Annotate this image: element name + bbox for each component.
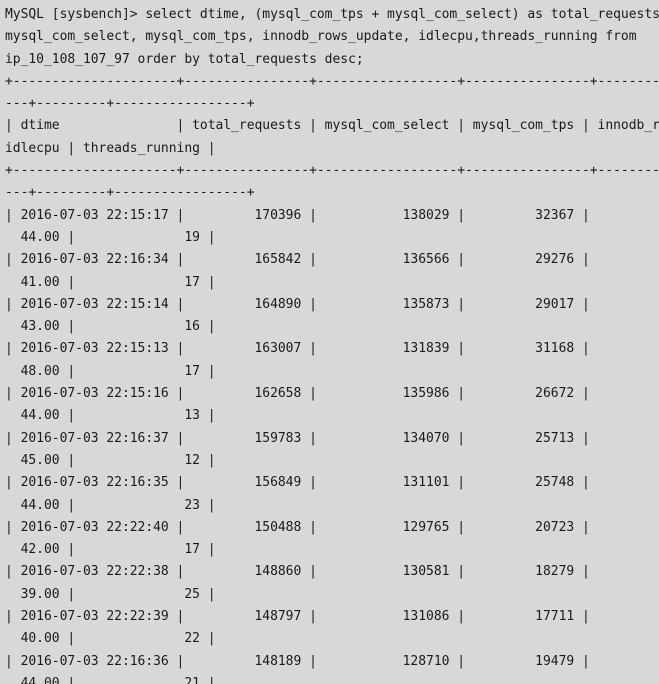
table-row-wrap: 44.00 | 19 | [5, 229, 216, 245]
table-row-wrap: 44.00 | 13 | [5, 408, 216, 424]
table-row: | 2016-07-03 22:15:14 | 164890 | 135873 … [5, 296, 590, 312]
table-row: | 2016-07-03 22:15:13 | 163007 | 131839 … [5, 341, 590, 357]
table-row-wrap: 42.00 | 17 | [5, 542, 216, 558]
table-row-wrap: 44.00 | 21 | [5, 675, 216, 684]
table-row: | 2016-07-03 22:22:40 | 150488 | 129765 … [5, 519, 590, 535]
table-header-wrap: idlecpu | threads_running | [5, 140, 216, 156]
table-row: | 2016-07-03 22:16:37 | 159783 | 134070 … [5, 430, 590, 446]
table-row: | 2016-07-03 22:16:35 | 156849 | 131101 … [5, 475, 590, 491]
table-separator-wrap: ---+---------+-----------------+ [5, 96, 255, 112]
table-separator: +---------------------+----------------+… [5, 73, 659, 89]
table-row: | 2016-07-03 22:15:17 | 170396 | 138029 … [5, 207, 590, 223]
table-separator-wrap: ---+---------+-----------------+ [5, 185, 255, 201]
table-row-wrap: 41.00 | 17 | [5, 274, 216, 290]
table-header: | dtime | total_requests | mysql_com_sel… [5, 118, 659, 134]
query-line: mysql_com_select, mysql_com_tps, innodb_… [5, 29, 637, 45]
table-separator: +---------------------+----------------+… [5, 163, 659, 179]
table-row-wrap: 39.00 | 25 | [5, 586, 216, 602]
table-row-wrap: 45.00 | 12 | [5, 452, 216, 468]
table-row: | 2016-07-03 22:15:16 | 162658 | 135986 … [5, 386, 590, 402]
table-row-wrap: 44.00 | 23 | [5, 497, 216, 513]
table-row-wrap: 48.00 | 17 | [5, 363, 216, 379]
table-row: | 2016-07-03 22:16:34 | 165842 | 136566 … [5, 252, 590, 268]
table-row: | 2016-07-03 22:22:39 | 148797 | 131086 … [5, 609, 590, 625]
table-row-wrap: 40.00 | 22 | [5, 631, 216, 647]
table-row-wrap: 43.00 | 16 | [5, 319, 216, 335]
table-row: | 2016-07-03 22:16:36 | 148189 | 128710 … [5, 653, 590, 669]
query-line: MySQL [sysbench]> select dtime, (mysql_c… [5, 7, 659, 22]
query-line: ip_10_108_107_97 order by total_requests… [5, 51, 364, 67]
table-row: | 2016-07-03 22:22:38 | 148860 | 130581 … [5, 564, 590, 580]
terminal-output[interactable]: MySQL [sysbench]> select dtime, (mysql_c… [0, 0, 659, 684]
